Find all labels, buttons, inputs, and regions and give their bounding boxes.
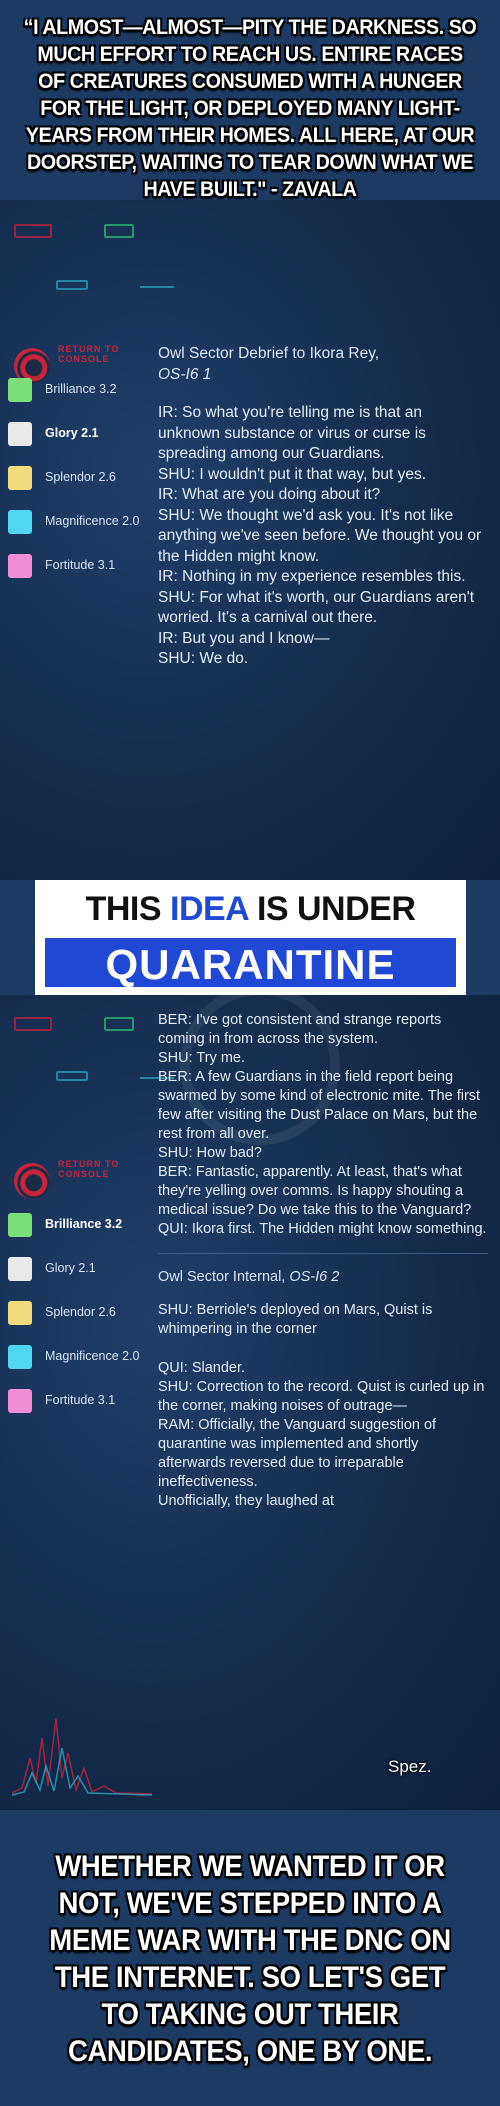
top-caption: “I ALMOST—ALMOST—PITY THE DARKNESS. SO M…	[23, 16, 477, 201]
return-label: RETURN TO CONSOLE	[58, 1159, 120, 1179]
hud-red-marker	[14, 224, 52, 238]
swatch-green-icon	[8, 1213, 32, 1237]
list-item[interactable]: Brilliance 3.2	[8, 378, 168, 402]
quarantine-banner: THIS IDEA IS UNDER QUARANTINE	[35, 880, 466, 995]
dialog-column: BER: I've got consistent and strange rep…	[158, 1011, 488, 1511]
debrief-title: Owl Sector Debrief to Ikora Rey,	[158, 345, 380, 362]
banner-line-1: THIS IDEA IS UNDER	[35, 890, 466, 929]
category-list: Brilliance 3.2 Glory 2.1 Splendor 2.6 Ma…	[8, 1213, 168, 1433]
item-label: Brilliance 3.2	[45, 1217, 123, 1231]
swatch-pink-icon	[8, 1389, 32, 1413]
category-list: Brilliance 3.2 Glory 2.1 Splendor 2.6 Ma…	[8, 378, 168, 598]
swatch-green-icon	[8, 378, 32, 402]
item-label: Brilliance 3.2	[45, 382, 117, 396]
list-item[interactable]: Brilliance 3.2	[8, 1213, 168, 1237]
list-item[interactable]: Fortitude 3.1	[8, 554, 168, 578]
swatch-cyan-icon	[8, 510, 32, 534]
spiral-emblem-icon	[14, 1163, 50, 1199]
item-label: Splendor 2.6	[45, 470, 116, 484]
dialog-column: Owl Sector Debrief to Ikora Rey, OS-I6 1…	[158, 344, 488, 670]
internal-transcript-2: QUI: Slander. SHU: Correction to the rec…	[158, 1360, 485, 1509]
item-label: Magnificence 2.0	[45, 514, 140, 528]
hud-cyan-marker	[56, 1071, 88, 1081]
debrief-transcript: IR: So what you're telling me is that an…	[158, 404, 482, 667]
debrief-code: OS-I6 1	[158, 365, 212, 383]
return-to-console[interactable]: RETURN TO CONSOLE	[14, 1155, 134, 1215]
waveform-graph-icon	[12, 1717, 152, 1796]
banner-box: QUARANTINE	[45, 938, 456, 988]
swatch-white-icon	[8, 422, 32, 446]
hud-green-marker	[104, 1017, 134, 1031]
list-item[interactable]: Glory 2.1	[8, 1257, 168, 1281]
internal-transcript-1: SHU: Berriole's deployed on Mars, Quist …	[158, 1302, 433, 1337]
divider	[158, 1253, 488, 1254]
list-item[interactable]: Glory 2.1	[8, 422, 168, 446]
list-item[interactable]: Magnificence 2.0	[8, 510, 168, 534]
lore-panel-1: RETURN TO CONSOLE Brilliance 3.2 Glory 2…	[0, 200, 500, 880]
list-item[interactable]: Splendor 2.6	[8, 466, 168, 490]
banner-line-2: QUARANTINE	[105, 941, 396, 988]
internal-title: Owl Sector Internal, OS-I6 2	[158, 1268, 488, 1287]
item-label: Fortitude 3.1	[45, 1393, 116, 1407]
internal-code: OS-I6 2	[289, 1269, 340, 1285]
hud-line	[140, 286, 174, 288]
item-label: Splendor 2.6	[45, 1305, 116, 1319]
bottom-caption: WHETHER WE WANTED IT OR NOT, WE'VE STEPP…	[49, 1850, 451, 2068]
item-label: Magnificence 2.0	[45, 1349, 140, 1363]
item-label: Fortitude 3.1	[45, 558, 116, 572]
banner-word-is-under: IS UNDER	[256, 890, 416, 928]
item-label: Glory 2.1	[45, 426, 99, 440]
banner-word-idea: IDEA	[170, 890, 248, 928]
return-label: RETURN TO CONSOLE	[58, 344, 120, 364]
hud-green-marker	[104, 224, 134, 238]
hud-red-marker	[14, 1017, 52, 1031]
swatch-cyan-icon	[8, 1345, 32, 1369]
spez-text: Spez.	[388, 1757, 432, 1776]
hud-cyan-marker	[56, 280, 88, 290]
report-transcript: BER: I've got consistent and strange rep…	[158, 1012, 487, 1237]
list-item[interactable]: Splendor 2.6	[8, 1301, 168, 1325]
banner-word-this: THIS	[85, 890, 162, 928]
item-label: Glory 2.1	[45, 1261, 96, 1275]
lore-panel-2: RETURN TO CONSOLE Brilliance 3.2 Glory 2…	[0, 995, 500, 1810]
swatch-pink-icon	[8, 554, 32, 578]
swatch-white-icon	[8, 1257, 32, 1281]
swatch-yellow-icon	[8, 466, 32, 490]
list-item[interactable]: Magnificence 2.0	[8, 1345, 168, 1369]
internal-title-text: Owl Sector Internal,	[158, 1269, 290, 1285]
list-item[interactable]: Fortitude 3.1	[8, 1389, 168, 1413]
swatch-yellow-icon	[8, 1301, 32, 1325]
